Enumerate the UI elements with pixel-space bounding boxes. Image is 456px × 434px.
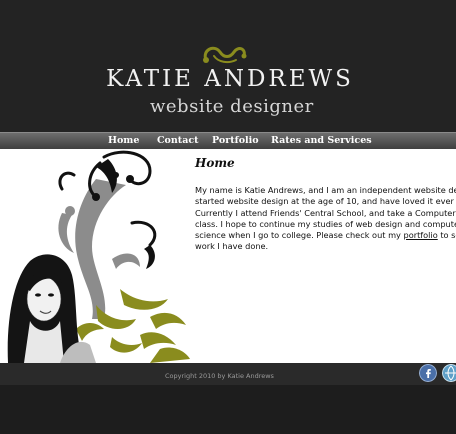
site-header: KATIE ANDREWS website designer bbox=[0, 0, 456, 132]
nav-portfolio[interactable]: Portfolio bbox=[212, 133, 259, 149]
page-bottom bbox=[0, 385, 456, 434]
nav-contact[interactable]: Contact bbox=[157, 133, 199, 149]
main-content: Home My name is Katie Andrews, and I am … bbox=[0, 149, 456, 363]
portfolio-link[interactable]: portfolio bbox=[404, 230, 438, 240]
swirl-ornament-icon bbox=[203, 46, 247, 64]
portrait-swirl-artwork bbox=[7, 150, 190, 363]
site-subtitle: website designer bbox=[150, 96, 314, 117]
nav-home[interactable]: Home bbox=[108, 133, 139, 149]
facebook-icon[interactable] bbox=[419, 364, 437, 382]
nav-rates-and-services[interactable]: Rates and Services bbox=[271, 133, 372, 149]
nav-bar: Home Contact Portfolio Rates and Service… bbox=[0, 132, 456, 149]
globe-icon[interactable] bbox=[442, 364, 456, 382]
page-heading: Home bbox=[195, 156, 235, 170]
copyright-text: Copyright 2010 by Katie Andrews bbox=[165, 372, 274, 380]
intro-paragraph: My name is Katie Andrews, and I am an in… bbox=[195, 185, 456, 253]
site-title: KATIE ANDREWS bbox=[106, 66, 354, 92]
